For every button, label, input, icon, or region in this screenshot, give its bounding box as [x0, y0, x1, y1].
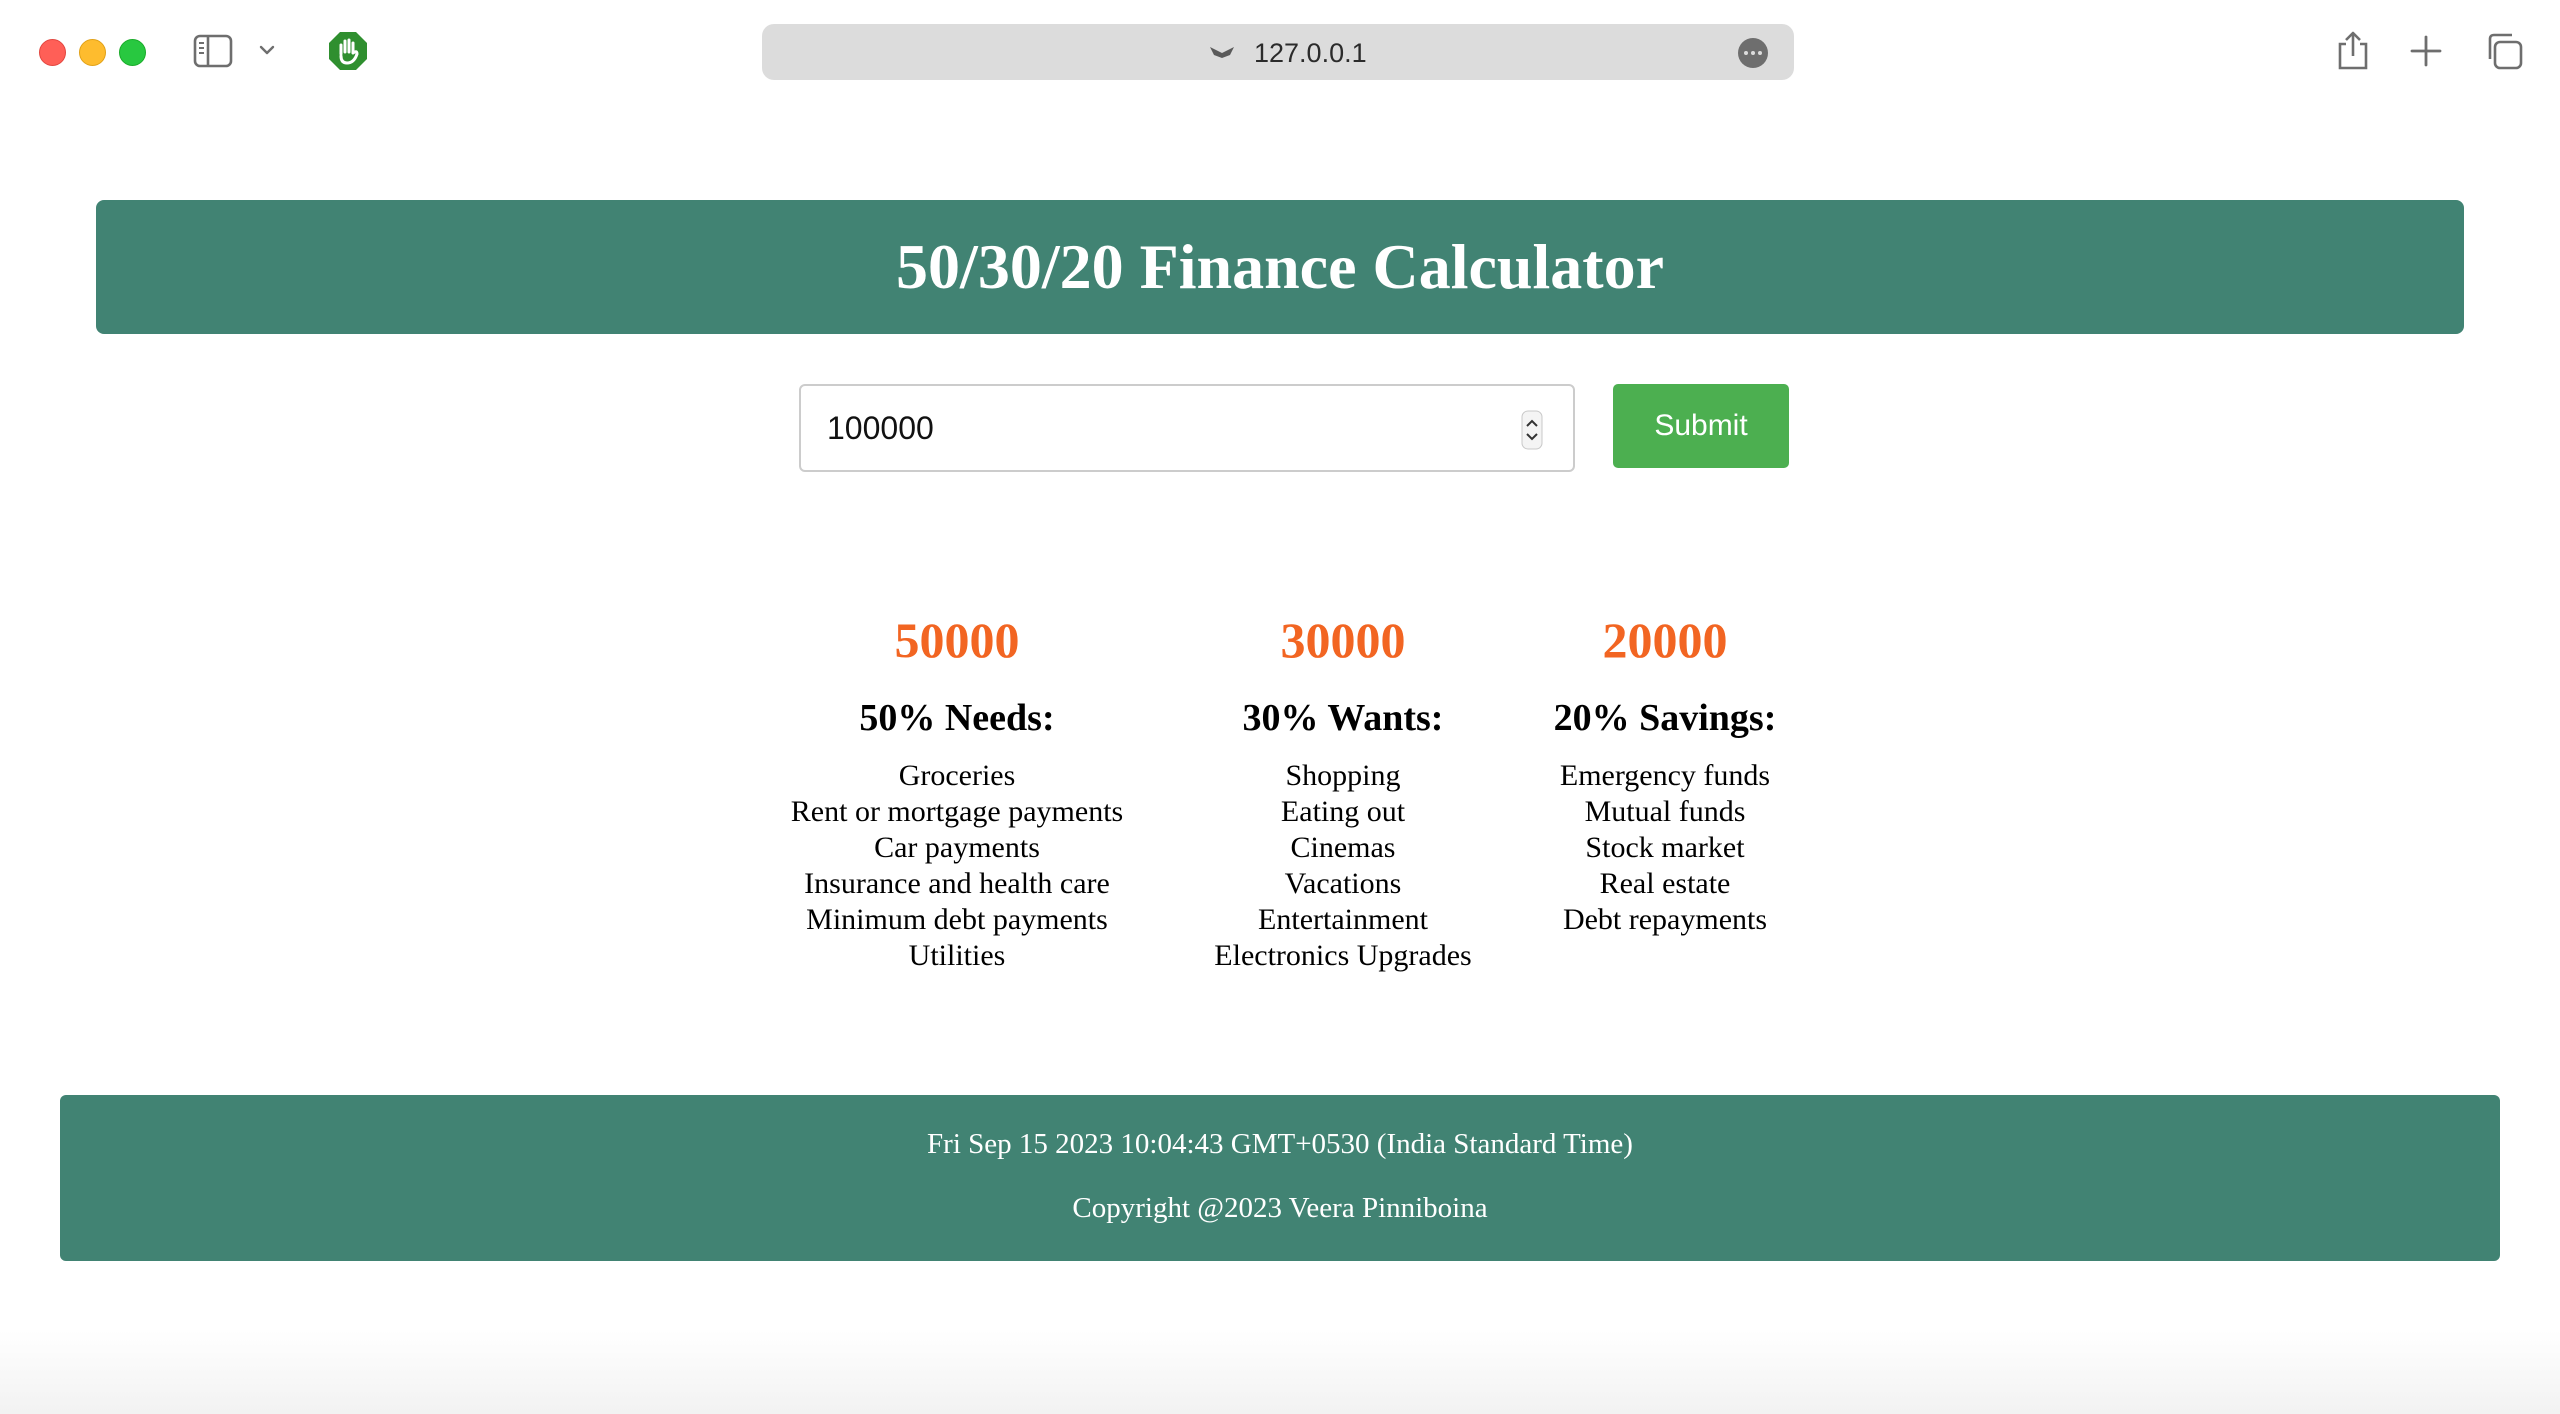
list-item: Minimum debt payments [806, 903, 1108, 936]
wants-heading: 30% Wants: [1242, 697, 1444, 739]
minimize-window-button[interactable] [79, 39, 106, 66]
list-item: Debt repayments [1562, 903, 1768, 936]
list-item: Shopping [1285, 759, 1401, 792]
number-stepper[interactable] [1521, 410, 1543, 450]
list-item: Groceries [898, 759, 1016, 792]
wants-list: Shopping Eating out Cinemas Vacations En… [1173, 758, 1513, 974]
maximize-window-button[interactable] [119, 39, 146, 66]
salary-input-value[interactable]: 100000 [827, 410, 934, 447]
close-window-button[interactable] [39, 39, 66, 66]
needs-list: Groceries Rent or mortgage payments Car … [757, 758, 1157, 974]
list-item: Rent or mortgage payments [790, 795, 1124, 828]
list-item: Cinemas [1290, 831, 1396, 864]
page-title: 50/30/20 Finance Calculator [896, 231, 1664, 302]
browser-toolbar: 127.0.0.1 [0, 0, 2560, 104]
footer-copyright: Copyright @2023 Veera Pinniboina [1072, 1192, 1488, 1224]
list-item: Stock market [1585, 831, 1745, 864]
savings-amount: 20000 [1602, 612, 1728, 668]
sidebar-icon[interactable] [193, 33, 233, 69]
needs-heading: 50% Needs: [859, 697, 1055, 739]
list-item: Real estate [1599, 867, 1731, 900]
url-text: 127.0.0.1 [1254, 38, 1367, 68]
savings-column: 20000 20% Savings: Emergency funds Mutua… [1515, 600, 1815, 938]
wants-amount: 30000 [1280, 612, 1406, 668]
footer-date: Fri Sep 15 2023 10:04:43 GMT+0530 (India… [927, 1128, 1633, 1160]
savings-heading: 20% Savings: [1553, 697, 1777, 739]
ellipsis-icon[interactable] [1738, 38, 1768, 68]
hand-stop-icon[interactable] [327, 30, 369, 72]
list-item: Electronics Upgrades [1214, 939, 1472, 972]
list-item: Entertainment [1258, 903, 1428, 936]
list-item: Eating out [1280, 795, 1406, 828]
needs-amount: 50000 [894, 612, 1020, 668]
list-item: Mutual funds [1584, 795, 1746, 828]
window-bottom-shadow [0, 1330, 2560, 1414]
needs-column: 50000 50% Needs: Groceries Rent or mortg… [757, 600, 1157, 974]
chevron-down-icon[interactable] [255, 38, 279, 62]
list-item: Utilities [908, 939, 1006, 972]
savings-list: Emergency funds Mutual funds Stock marke… [1515, 758, 1815, 938]
list-item: Vacations [1284, 867, 1402, 900]
list-item: Insurance and health care [804, 867, 1110, 900]
submit-button[interactable]: Submit [1613, 384, 1789, 468]
site-favicon-icon [1208, 41, 1236, 63]
list-item: Car payments [874, 831, 1040, 864]
list-item: Emergency funds [1559, 759, 1771, 792]
tab-overview-icon[interactable] [2484, 31, 2524, 71]
wants-column: 30000 30% Wants: Shopping Eating out Cin… [1173, 600, 1513, 974]
plus-icon[interactable] [2408, 33, 2444, 69]
address-bar[interactable]: 127.0.0.1 [762, 24, 1794, 80]
page-footer: Fri Sep 15 2023 10:04:43 GMT+0530 (India… [60, 1095, 2500, 1261]
page-header: 50/30/20 Finance Calculator [96, 200, 2464, 334]
salary-input[interactable]: 100000 [799, 384, 1575, 472]
share-icon[interactable] [2336, 30, 2370, 72]
